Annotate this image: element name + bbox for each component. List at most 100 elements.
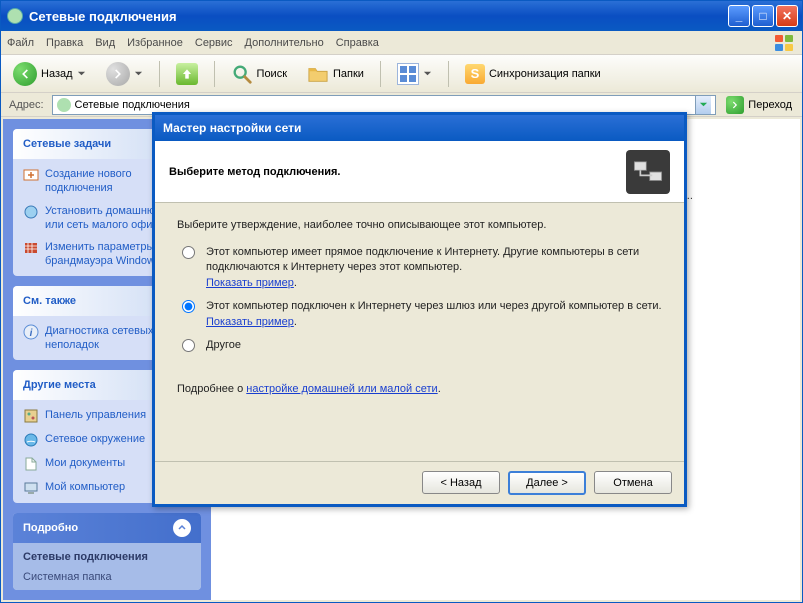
views-icon [397,63,419,85]
other-label: Панель управления [45,408,146,424]
window-title: Сетевые подключения [29,9,728,24]
toolbar-sep [159,61,160,87]
xp-logo-icon [772,33,796,53]
address-label: Адрес: [5,99,48,111]
search-icon [231,63,253,85]
toolbar-sep-3 [380,61,381,87]
forward-button[interactable] [100,58,149,90]
learn-more: Подробнее о настройке домашней или малой… [177,383,662,395]
menu-file[interactable]: Файл [7,37,34,49]
address-net-icon [57,98,71,112]
menu-tools[interactable]: Сервис [195,37,233,49]
option-other[interactable]: Другое [177,338,662,353]
control-panel-icon [23,408,39,424]
panel-header-details[interactable]: Подробно [13,513,201,543]
option-direct-connection[interactable]: Этот компьютер имеет прямое подключение … [177,245,662,291]
back-button[interactable]: < Назад [422,471,500,494]
menu-advanced[interactable]: Дополнительно [245,37,324,49]
wizard-body: Выберите утверждение, наиболее точно опи… [155,203,684,461]
details-subtitle: Системная папка [23,571,191,583]
next-button[interactable]: Далее > [508,471,586,495]
close-button[interactable]: ✕ [776,5,798,27]
window-buttons: _ □ ✕ [728,5,798,27]
network-places-icon [23,432,39,448]
search-button[interactable]: Поиск [225,59,293,89]
toolbar-sep-4 [448,61,449,87]
menu-favorites[interactable]: Избранное [127,37,183,49]
computer-icon [23,480,39,496]
wizard-network-icon [626,150,670,194]
option-text: Другое [206,338,241,353]
back-arrow-icon [13,62,37,86]
option-text: Этот компьютер имеет прямое подключение … [206,245,662,291]
show-example-link-2[interactable]: Показать пример [206,316,294,328]
menu-bar: Файл Правка Вид Избранное Сервис Дополни… [1,31,802,55]
panel-body-details: Сетевые подключения Системная папка [13,543,201,590]
opt1-label: Этот компьютер имеет прямое подключение … [206,246,639,273]
toolbar: Назад Поиск Папки S Синхронизация папки [1,55,802,93]
go-label: Переход [748,99,792,111]
wizard-heading: Выберите метод подключения. [169,166,626,178]
panel-title-details: Подробно [23,522,78,534]
forward-dropdown-icon[interactable] [134,69,143,78]
radio-gateway[interactable] [182,300,195,313]
network-setup-wizard: Мастер настройки сети Выберите метод под… [152,112,687,507]
option-gateway-connection[interactable]: Этот компьютер подключен к Интернету чер… [177,299,662,330]
window-net-icon [7,8,23,24]
menu-edit[interactable]: Правка [46,37,83,49]
radio-direct[interactable] [182,246,195,259]
collapse-icon[interactable] [173,519,191,537]
search-label: Поиск [257,68,287,80]
back-label: Назад [41,68,73,80]
other-label: Мои документы [45,456,125,472]
panel-title-seealso: См. также [23,295,76,307]
details-title: Сетевые подключения [23,551,191,563]
other-label: Мой компьютер [45,480,125,496]
option-text: Этот компьютер подключен к Интернету чер… [206,299,662,330]
menu-help[interactable]: Справка [336,37,379,49]
wizard-buttons: < Назад Далее > Отмена [155,461,684,503]
go-arrow-icon [726,96,744,114]
wizard-header: Выберите метод подключения. [155,141,684,203]
wizard-titlebar[interactable]: Мастер настройки сети [155,115,684,141]
views-dropdown-icon[interactable] [423,69,432,78]
show-example-link-1[interactable]: Показать пример [206,277,294,289]
folders-icon [307,64,329,84]
sync-button[interactable]: S Синхронизация папки [459,60,607,88]
documents-icon [23,456,39,472]
sync-icon: S [465,64,485,84]
radio-other[interactable] [182,339,195,352]
forward-arrow-icon [106,62,130,86]
info-icon: i [23,324,39,340]
svg-text:i: i [30,328,33,339]
address-dropdown-button[interactable] [695,96,711,114]
titlebar[interactable]: Сетевые подключения _ □ ✕ [1,1,802,31]
panel-details: Подробно Сетевые подключения Системная п… [13,513,201,590]
home-network-icon [23,204,39,220]
opt3-label: Другое [206,339,241,351]
up-folder-icon [176,63,198,85]
minimize-button[interactable]: _ [728,5,750,27]
opt2-label: Этот компьютер подключен к Интернету чер… [206,300,662,312]
learn-prefix: Подробнее о [177,383,246,395]
go-button[interactable]: Переход [720,94,798,116]
cancel-button[interactable]: Отмена [594,471,672,494]
folders-label: Папки [333,68,364,80]
wizard-title: Мастер настройки сети [163,121,301,135]
menu-view[interactable]: Вид [95,37,115,49]
panel-title-other: Другие места [23,379,96,391]
back-button[interactable]: Назад [7,58,92,90]
wizard-prompt: Выберите утверждение, наиболее точно опи… [177,219,662,231]
panel-title-tasks: Сетевые задачи [23,138,111,150]
up-button[interactable] [170,59,204,89]
other-label: Сетевое окружение [45,432,145,448]
maximize-button[interactable]: □ [752,5,774,27]
firewall-icon [23,240,39,256]
address-value: Сетевые подключения [75,99,190,111]
folders-button[interactable]: Папки [301,60,370,88]
back-dropdown-icon[interactable] [77,69,86,78]
toolbar-sep-2 [214,61,215,87]
sync-label: Синхронизация папки [489,68,601,80]
views-button[interactable] [391,59,438,89]
learn-more-link[interactable]: настройке домашней или малой сети [246,383,437,395]
